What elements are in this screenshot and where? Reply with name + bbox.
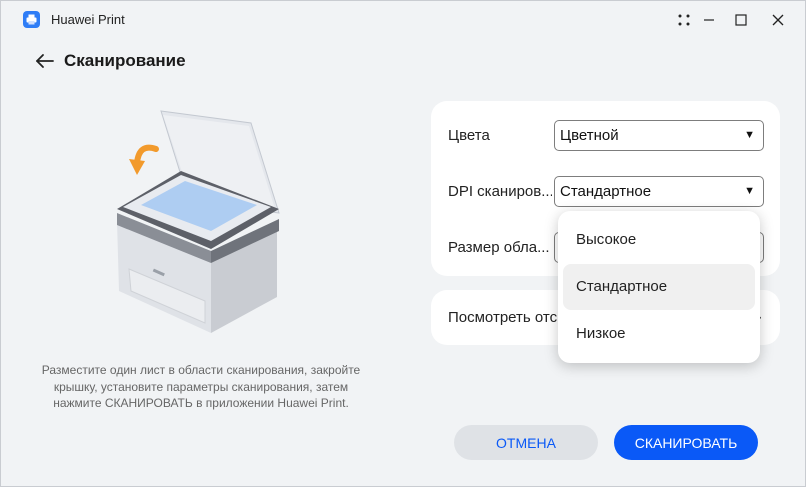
scan-button[interactable]: СКАНИРОВАТЬ: [614, 425, 758, 460]
maximize-icon[interactable]: [729, 9, 753, 31]
cancel-button[interactable]: ОТМЕНА: [454, 425, 598, 460]
page-title: Сканирование: [64, 51, 186, 70]
preview-scan-label: Посмотреть отс: [448, 309, 558, 326]
arrow-left-icon[interactable]: [34, 50, 56, 72]
dpi-select-value: Стандартное: [560, 183, 652, 200]
close-icon[interactable]: [766, 9, 790, 31]
dpi-option-standard[interactable]: Стандартное: [563, 264, 755, 310]
caret-down-icon: ▼: [744, 129, 755, 141]
title-bar: Huawei Print: [1, 1, 805, 39]
caret-down-icon: ▼: [744, 185, 755, 197]
grip-icon[interactable]: [672, 9, 696, 31]
dpi-option-low[interactable]: Низкое: [563, 311, 755, 357]
color-label: Цвета: [448, 127, 490, 144]
app-window: Huawei Print Сканирование Разместите оди…: [0, 0, 806, 487]
color-select-value: Цветной: [560, 127, 619, 144]
dpi-option-high[interactable]: Высокое: [563, 217, 755, 263]
dpi-select[interactable]: Стандартное ▼: [554, 176, 764, 207]
dpi-dropdown-menu: Высокое Стандартное Низкое: [558, 211, 760, 363]
scanner-illustration: [101, 101, 301, 341]
scan-instructions: Разместите один лист в области сканирова…: [41, 363, 361, 410]
printer-icon: [23, 11, 40, 28]
minimize-icon[interactable]: [697, 9, 721, 31]
scan-area-size-label: Размер обла...: [448, 239, 550, 256]
app-title: Huawei Print: [51, 12, 125, 27]
color-select[interactable]: Цветной ▼: [554, 120, 764, 151]
dpi-label: DPI сканиров...: [448, 183, 552, 200]
